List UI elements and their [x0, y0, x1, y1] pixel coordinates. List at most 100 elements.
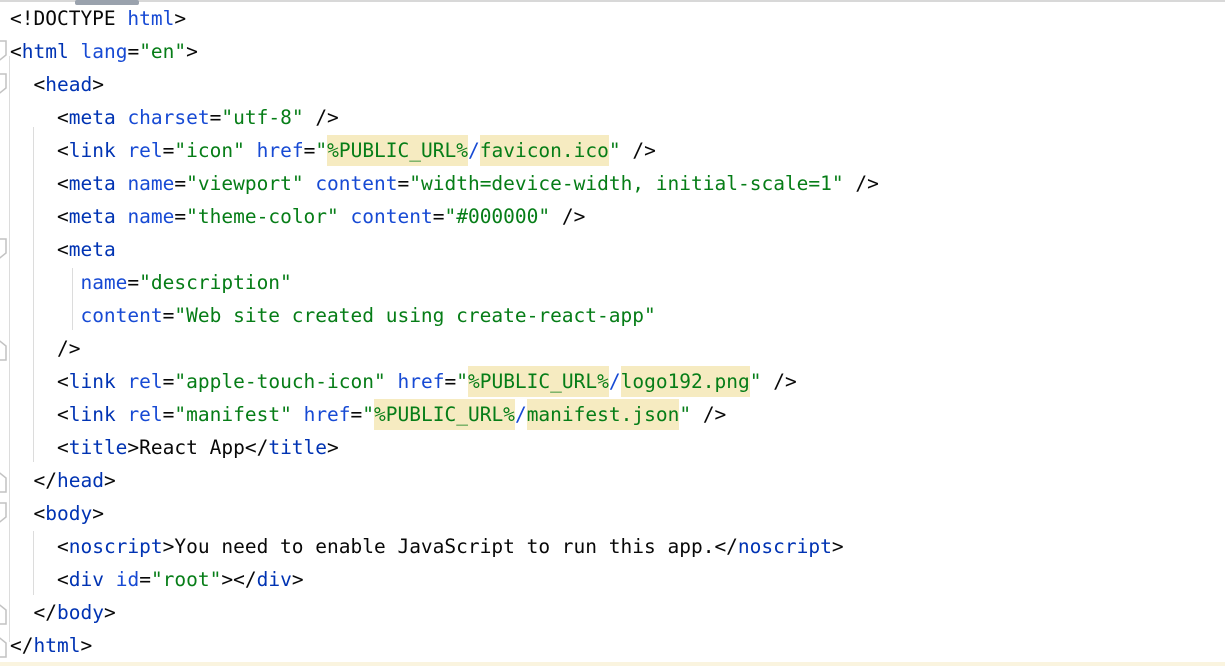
- syntax-token: "viewport": [186, 172, 303, 195]
- syntax-token: React App: [139, 436, 245, 459]
- syntax-token: </: [714, 535, 737, 558]
- syntax-token: body: [57, 601, 104, 624]
- fold-region-end-icon[interactable]: [0, 336, 9, 362]
- code-line[interactable]: </head>: [0, 464, 1225, 497]
- fold-region-start-icon[interactable]: [0, 72, 9, 98]
- syntax-token: [116, 172, 128, 195]
- highlighted-token: logo192.png: [621, 366, 750, 397]
- syntax-token: html: [127, 7, 174, 30]
- code-line[interactable]: <title>React App</title>: [0, 431, 1225, 464]
- caret-line-highlight[interactable]: [0, 662, 1225, 666]
- syntax-token: lang: [80, 40, 127, 63]
- syntax-token: noscript: [738, 535, 832, 558]
- syntax-token: div: [257, 568, 292, 591]
- syntax-token: meta: [69, 238, 116, 261]
- syntax-token: >: [127, 436, 139, 459]
- syntax-token: rel: [127, 403, 162, 426]
- code-line[interactable]: <link rel="apple-touch-icon" href="%PUBL…: [0, 365, 1225, 398]
- syntax-token: [10, 139, 57, 162]
- code-line[interactable]: <meta name="viewport" content="width=dev…: [0, 167, 1225, 200]
- syntax-token: [116, 106, 128, 129]
- fold-region-end-icon[interactable]: [0, 633, 9, 659]
- syntax-token: <: [33, 73, 45, 96]
- syntax-token: content: [80, 304, 162, 327]
- code-line[interactable]: content="Web site created using create-r…: [0, 299, 1225, 332]
- syntax-token: [10, 205, 57, 228]
- syntax-token: "root": [151, 568, 221, 591]
- syntax-token: >: [832, 535, 844, 558]
- syntax-token: ": [456, 370, 468, 393]
- syntax-token: "utf-8": [221, 106, 303, 129]
- fold-region-end-icon[interactable]: [0, 468, 9, 494]
- fold-gutter[interactable]: [0, 0, 14, 666]
- syntax-token: =: [304, 139, 316, 162]
- syntax-token: charset: [127, 106, 209, 129]
- syntax-token: href: [257, 139, 304, 162]
- syntax-token: meta: [69, 205, 116, 228]
- syntax-token: [245, 139, 257, 162]
- syntax-token: <: [57, 403, 69, 426]
- syntax-token: =: [127, 40, 139, 63]
- syntax-token: name: [80, 271, 127, 294]
- code-editor[interactable]: <!DOCTYPE html><html lang="en"> <head> <…: [0, 0, 1225, 666]
- syntax-token: [10, 337, 57, 360]
- syntax-token: <: [57, 568, 69, 591]
- syntax-token: <!DOCTYPE: [10, 7, 127, 30]
- syntax-token: [116, 403, 128, 426]
- syntax-token: href: [398, 370, 445, 393]
- syntax-token: />: [632, 139, 655, 162]
- fold-region-start-icon[interactable]: [0, 39, 9, 65]
- code-line[interactable]: <noscript>You need to enable JavaScript …: [0, 530, 1225, 563]
- code-line[interactable]: <meta: [0, 233, 1225, 266]
- syntax-token: content: [315, 172, 397, 195]
- syntax-token: [116, 370, 128, 393]
- syntax-token: =: [163, 403, 175, 426]
- syntax-token: [691, 403, 703, 426]
- syntax-token: =: [174, 172, 186, 195]
- horizontal-scrollbar-thumb[interactable]: [75, 0, 139, 5]
- syntax-token: link: [69, 370, 116, 393]
- syntax-token: div: [69, 568, 104, 591]
- fold-region-end-icon[interactable]: [0, 600, 9, 626]
- syntax-token: body: [45, 502, 92, 525]
- code-line[interactable]: <div id="root"></div>: [0, 563, 1225, 596]
- syntax-token: [762, 370, 774, 393]
- syntax-token: [116, 139, 128, 162]
- code-line[interactable]: </body>: [0, 596, 1225, 629]
- code-line[interactable]: </html>: [0, 629, 1225, 662]
- code-line[interactable]: <body>: [0, 497, 1225, 530]
- syntax-token: =: [444, 370, 456, 393]
- code-line[interactable]: <link rel="manifest" href="%PUBLIC_URL%/…: [0, 398, 1225, 431]
- syntax-token: ": [362, 403, 374, 426]
- syntax-token: [10, 535, 57, 558]
- fold-region-start-icon[interactable]: [0, 237, 9, 263]
- syntax-token: ": [679, 403, 691, 426]
- syntax-token: =: [163, 304, 175, 327]
- syntax-token: <: [33, 502, 45, 525]
- syntax-token: ": [609, 139, 621, 162]
- syntax-token: [10, 304, 80, 327]
- code-line[interactable]: <meta charset="utf-8" />: [0, 101, 1225, 134]
- syntax-token: /: [468, 139, 480, 162]
- highlighted-token: %PUBLIC_URL%: [327, 135, 468, 166]
- syntax-token: >: [104, 601, 116, 624]
- code-line[interactable]: name="description": [0, 266, 1225, 299]
- code-line[interactable]: <meta name="theme-color" content="#00000…: [0, 200, 1225, 233]
- fold-region-start-icon[interactable]: [0, 501, 9, 527]
- code-line[interactable]: <head>: [0, 68, 1225, 101]
- syntax-token: content: [351, 205, 433, 228]
- code-line[interactable]: />: [0, 332, 1225, 365]
- syntax-token: <: [57, 172, 69, 195]
- syntax-token: />: [703, 403, 726, 426]
- syntax-token: =: [433, 205, 445, 228]
- code-line[interactable]: <link rel="icon" href="%PUBLIC_URL%/favi…: [0, 134, 1225, 167]
- syntax-token: "description": [139, 271, 292, 294]
- syntax-token: <: [57, 535, 69, 558]
- code-line[interactable]: <html lang="en">: [0, 35, 1225, 68]
- syntax-token: </: [33, 601, 56, 624]
- code-line[interactable]: <!DOCTYPE html>: [0, 2, 1225, 35]
- syntax-token: =: [351, 403, 363, 426]
- code-area[interactable]: <!DOCTYPE html><html lang="en"> <head> <…: [0, 2, 1225, 666]
- syntax-token: [10, 172, 57, 195]
- syntax-token: </: [33, 469, 56, 492]
